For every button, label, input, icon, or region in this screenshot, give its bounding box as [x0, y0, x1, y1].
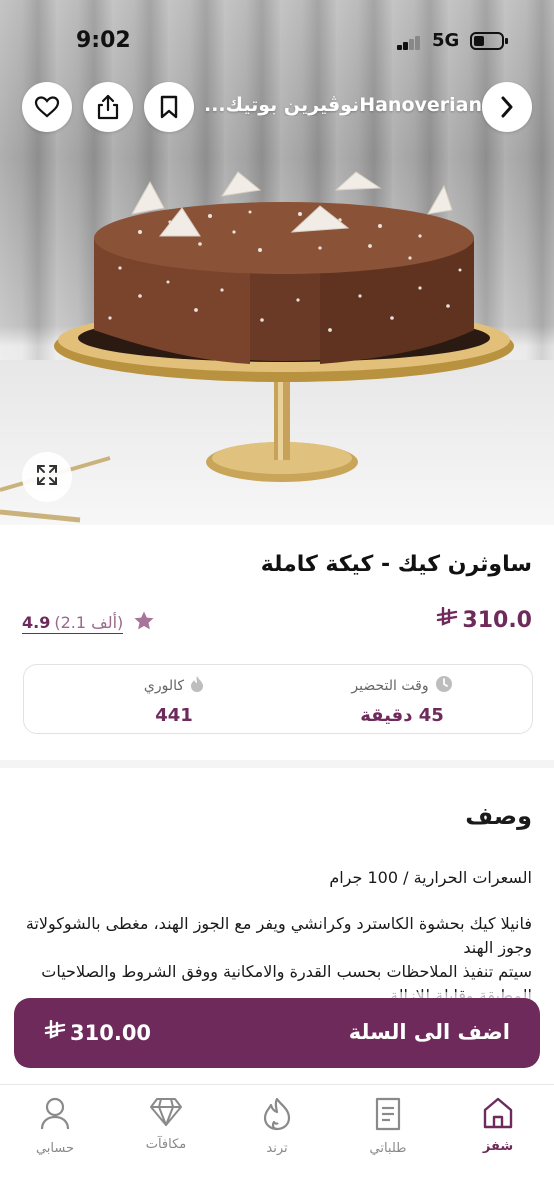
cart-price: 310.00: [44, 1019, 152, 1045]
cart-bar: اضف الى السلة 310.00: [0, 992, 554, 1084]
description-text: السعرات الحرارية / 100 جرام فانيلا كيك ب…: [22, 866, 532, 1008]
bookmark-button[interactable]: [144, 82, 194, 132]
nav-label: شفز: [482, 1139, 514, 1154]
expand-image-button[interactable]: [22, 452, 72, 502]
clock: 9:02: [76, 28, 131, 53]
flame-small-icon: [190, 675, 204, 697]
shop-name[interactable]: ...نوڤيرين بوتيكHanoverian: [204, 94, 482, 116]
product-title: ساوثرن كيك - كيكة كاملة: [260, 552, 532, 577]
add-to-cart-button[interactable]: اضف الى السلة 310.00: [14, 998, 540, 1068]
nav-item-rewards[interactable]: مكافآت: [111, 1097, 221, 1152]
battery-icon: [470, 32, 508, 50]
price-value: 310.0: [462, 607, 532, 633]
home-icon: [443, 1097, 553, 1129]
calorie-label: كالوري: [143, 678, 185, 694]
network-type: 5G: [432, 30, 460, 51]
prep-time-value: 45 دقيقة: [360, 705, 444, 726]
back-button[interactable]: [482, 82, 532, 132]
share-button[interactable]: [83, 82, 133, 132]
cart-price-value: 310.00: [70, 1020, 152, 1045]
description-line: السعرات الحرارية / 100 جرام: [329, 868, 532, 887]
nav-item-account[interactable]: حسابي: [0, 1097, 110, 1156]
calorie-stat: كالوري 441: [74, 675, 274, 726]
product-price: 310.0: [436, 606, 532, 633]
rating[interactable]: 4.9 (2.1 ألف): [22, 610, 155, 636]
star-icon: [133, 610, 155, 636]
chevron-right-icon: [499, 95, 515, 119]
nav-label: حسابي: [35, 1141, 75, 1156]
share-icon: [96, 94, 120, 120]
status-bar: 9:02 5G: [0, 0, 554, 80]
rating-value: 4.9: [22, 612, 51, 632]
nav-item-trend[interactable]: ترند: [222, 1097, 332, 1156]
calorie-value: 441: [155, 705, 193, 726]
nav-item-home[interactable]: شفز: [443, 1097, 553, 1154]
prep-time-label: وقت التحضير: [351, 678, 429, 694]
heart-icon: [34, 95, 60, 119]
rating-count: (2.1 ألف): [54, 612, 124, 632]
product-stats-card: وقت التحضير 45 دقيقة كالوري 441: [23, 664, 533, 734]
nav-label: طلباتي: [369, 1141, 407, 1156]
saudi-riyal-icon: [436, 606, 458, 633]
diamond-icon: [111, 1097, 221, 1127]
receipt-icon: [333, 1097, 443, 1131]
flame-icon: [222, 1097, 332, 1131]
description-line: فانيلا كيك بحشوة الكاسترد وكرانشي ويفر م…: [25, 914, 532, 957]
nav-item-orders[interactable]: طلباتي: [333, 1097, 443, 1156]
prep-time-stat: وقت التحضير 45 دقيقة: [302, 675, 502, 726]
saudi-riyal-icon: [44, 1019, 66, 1045]
add-to-cart-label: اضف الى السلة: [348, 1020, 510, 1044]
bottom-nav: حسابي مكافآت ترند طلباتي شفز: [0, 1084, 554, 1200]
rating-link[interactable]: 4.9 (2.1 ألف): [22, 612, 124, 634]
section-divider: [0, 760, 554, 768]
nav-label: ترند: [266, 1141, 288, 1156]
expand-icon: [34, 462, 60, 492]
description-heading: وصف: [465, 802, 532, 830]
favorite-button[interactable]: [22, 82, 72, 132]
nav-label: مكافآت: [145, 1137, 187, 1152]
clock-icon: [435, 675, 453, 697]
bookmark-icon: [159, 95, 179, 119]
user-icon: [0, 1097, 110, 1131]
signal-icon: [397, 36, 421, 50]
